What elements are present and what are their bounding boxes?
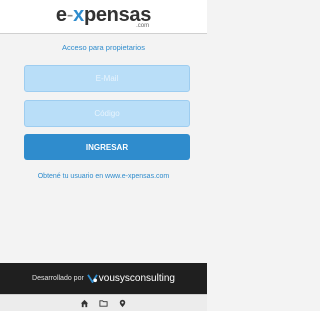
login-subtitle: Acceso para propietarios	[62, 43, 145, 52]
developed-by-label: Desarrollado por	[32, 275, 84, 282]
app-header: e-xpensas .com	[0, 0, 207, 34]
register-help-link[interactable]: Obtené tu usuario en www.e-xpensas.com	[0, 173, 207, 180]
vousys-mark-icon	[87, 274, 98, 283]
bottom-navbar	[0, 294, 207, 311]
expensas-logo: e-xpensas .com	[55, 3, 152, 29]
code-input[interactable]	[24, 100, 190, 127]
developer-footer: Desarrollado por vousys consulting	[0, 263, 207, 294]
home-icon[interactable]	[80, 299, 89, 308]
vousys-logo: vousys consulting	[87, 273, 175, 284]
location-pin-icon[interactable]	[118, 299, 127, 308]
folder-icon[interactable]	[99, 299, 108, 308]
submit-button[interactable]: INGRESAR	[24, 134, 190, 160]
logo-suffix: .com	[136, 22, 150, 29]
email-input[interactable]	[24, 65, 190, 92]
